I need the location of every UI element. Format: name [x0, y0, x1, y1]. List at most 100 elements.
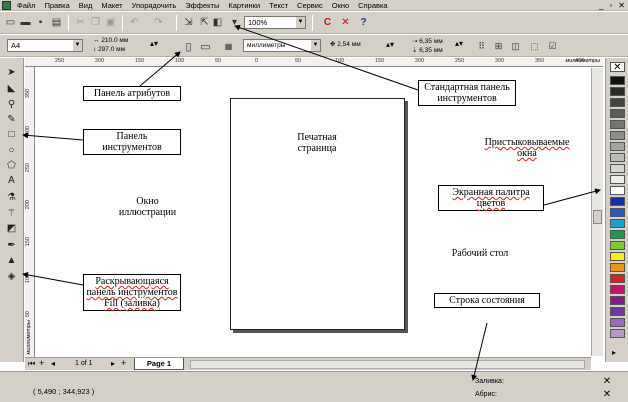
- undo-icon[interactable]: ↶: [128, 16, 141, 29]
- color-swatch[interactable]: [610, 252, 625, 261]
- color-swatch[interactable]: [610, 87, 625, 96]
- color-swatch[interactable]: [610, 142, 625, 151]
- menu-item[interactable]: Справка: [358, 1, 387, 10]
- vertical-ruler[interactable]: миллиметры 350 300 250 200 150 100 50: [25, 67, 35, 357]
- menu-item[interactable]: Окно: [332, 1, 349, 10]
- corel-online-icon[interactable]: ▾: [228, 16, 241, 29]
- treat-as-filled-icon[interactable]: ⬚: [528, 40, 541, 53]
- horizontal-ruler[interactable]: миллиметры 250 200 150 100 50 0 50 100 150 200 250…: [25, 58, 603, 67]
- next-page-icon[interactable]: ▸: [111, 359, 115, 368]
- menu-item[interactable]: Сервис: [297, 1, 323, 10]
- vertical-scrollbar[interactable]: [591, 68, 603, 356]
- export-icon[interactable]: ⇱: [198, 16, 211, 29]
- zoom-dropdown[interactable]: 100% ▼: [244, 16, 306, 29]
- menu-item[interactable]: Упорядочить: [132, 1, 177, 10]
- no-color-icon[interactable]: ✕: [610, 62, 625, 73]
- menu-item[interactable]: Текст: [269, 1, 288, 10]
- color-swatch[interactable]: [610, 230, 625, 239]
- color-swatch[interactable]: [610, 164, 625, 173]
- copy-icon[interactable]: ❐: [89, 16, 102, 29]
- color-swatch[interactable]: [610, 285, 625, 294]
- menu-item[interactable]: Макет: [101, 1, 122, 10]
- text-tool-icon[interactable]: A: [5, 174, 18, 187]
- outline-swatch-icon[interactable]: ✕: [600, 389, 614, 400]
- color-swatch[interactable]: [610, 109, 625, 118]
- open-folder-icon[interactable]: ▬: [19, 16, 32, 29]
- prev-page-icon[interactable]: ◂: [51, 359, 55, 368]
- menu-item[interactable]: Файл: [17, 1, 35, 10]
- color-swatch[interactable]: [610, 131, 625, 140]
- spell-check-icon[interactable]: ✕: [339, 16, 352, 29]
- page-height-field[interactable]: ↕ 297.0 мм: [93, 46, 125, 53]
- portrait-icon[interactable]: ▯: [182, 40, 195, 53]
- menu-item[interactable]: Вид: [79, 1, 93, 10]
- minimize-icon[interactable]: _: [599, 1, 603, 10]
- eyedropper-tool-icon[interactable]: ⚚: [5, 207, 18, 220]
- application-launcher-icon[interactable]: ◧: [211, 16, 224, 29]
- snap-objects-icon[interactable]: ◫: [509, 40, 522, 53]
- scroll-thumb[interactable]: [593, 210, 602, 224]
- page-tab[interactable]: Page 1: [134, 358, 184, 370]
- color-swatch[interactable]: [610, 98, 625, 107]
- color-swatch[interactable]: [610, 153, 625, 162]
- paste-icon[interactable]: ▣: [104, 16, 117, 29]
- new-file-icon[interactable]: ▭: [4, 16, 17, 29]
- spinner-icon[interactable]: ▴▾: [455, 39, 463, 48]
- color-swatch[interactable]: [610, 296, 625, 305]
- horizontal-scrollbar[interactable]: [190, 360, 585, 369]
- page-layout-icon[interactable]: ▦: [222, 40, 235, 53]
- cut-icon[interactable]: ✂: [74, 16, 87, 29]
- color-swatch[interactable]: [610, 208, 625, 217]
- color-swatch[interactable]: [610, 329, 625, 338]
- pick-tool-icon[interactable]: ➤: [5, 66, 18, 79]
- zoom-tool-icon[interactable]: ⚲: [5, 98, 18, 111]
- color-swatch[interactable]: [610, 175, 625, 184]
- first-page-icon[interactable]: ⏮: [28, 359, 35, 369]
- color-swatch[interactable]: [610, 263, 625, 272]
- rectangle-tool-icon[interactable]: □: [5, 128, 18, 141]
- color-swatch[interactable]: [610, 186, 625, 195]
- outline-tool-icon[interactable]: ✒: [5, 239, 18, 252]
- app-icon[interactable]: [2, 1, 11, 10]
- color-swatch[interactable]: [610, 274, 625, 283]
- fill-tool-icon[interactable]: ◈: [5, 270, 18, 283]
- color-swatch[interactable]: [610, 318, 625, 327]
- color-swatch[interactable]: [610, 241, 625, 250]
- nudge-field[interactable]: ✥ 2,54 мм: [330, 40, 361, 48]
- restore-icon[interactable]: ▫: [609, 1, 612, 10]
- color-swatch[interactable]: [610, 76, 625, 85]
- color-swatch[interactable]: [610, 307, 625, 316]
- color-swatch[interactable]: [610, 219, 625, 228]
- spinner-icon[interactable]: ▴▾: [386, 40, 394, 49]
- shape-tool-icon[interactable]: ◣: [5, 82, 18, 95]
- menu-item[interactable]: Картинки: [228, 1, 260, 10]
- interactive-blend-tool-icon[interactable]: ⚗: [5, 191, 18, 204]
- spinner-icon[interactable]: ▴▾: [150, 39, 158, 48]
- palette-scroll-icon[interactable]: ▸: [612, 348, 616, 357]
- add-page-after-icon[interactable]: +: [121, 358, 126, 368]
- interactive-fill-tool-icon[interactable]: ◩: [5, 222, 18, 235]
- fill-swatch-icon[interactable]: ✕: [600, 376, 614, 387]
- snap-grid-icon[interactable]: ⠿: [475, 40, 488, 53]
- units-dropdown[interactable]: миллиметры ▼: [243, 39, 321, 52]
- import-icon[interactable]: ⇲: [182, 16, 195, 29]
- close-icon[interactable]: ✕: [618, 1, 625, 10]
- menu-item[interactable]: Эффекты: [185, 1, 219, 10]
- snap-guidelines-icon[interactable]: ⊞: [492, 40, 505, 53]
- corel-connect-icon[interactable]: C: [321, 16, 334, 29]
- pen-tool-icon[interactable]: ▲: [5, 254, 18, 267]
- redo-icon[interactable]: ↷: [152, 16, 165, 29]
- freehand-tool-icon[interactable]: ✎: [5, 113, 18, 126]
- color-swatch[interactable]: [610, 120, 625, 129]
- print-icon[interactable]: ▤: [50, 16, 63, 29]
- save-icon[interactable]: ▪: [34, 16, 47, 29]
- page-width-field[interactable]: ↔ 210.0 мм: [93, 37, 128, 44]
- duplicate-y-field[interactable]: ⇣ 6,35 мм: [412, 46, 443, 54]
- page-size-dropdown[interactable]: A4 ▼: [7, 39, 83, 52]
- add-page-icon[interactable]: +: [39, 358, 44, 368]
- help-icon[interactable]: ?: [357, 16, 370, 29]
- color-swatch[interactable]: [610, 197, 625, 206]
- menu-item[interactable]: Правка: [44, 1, 69, 10]
- options-icon[interactable]: ☑: [546, 40, 559, 53]
- ellipse-tool-icon[interactable]: ○: [5, 144, 18, 157]
